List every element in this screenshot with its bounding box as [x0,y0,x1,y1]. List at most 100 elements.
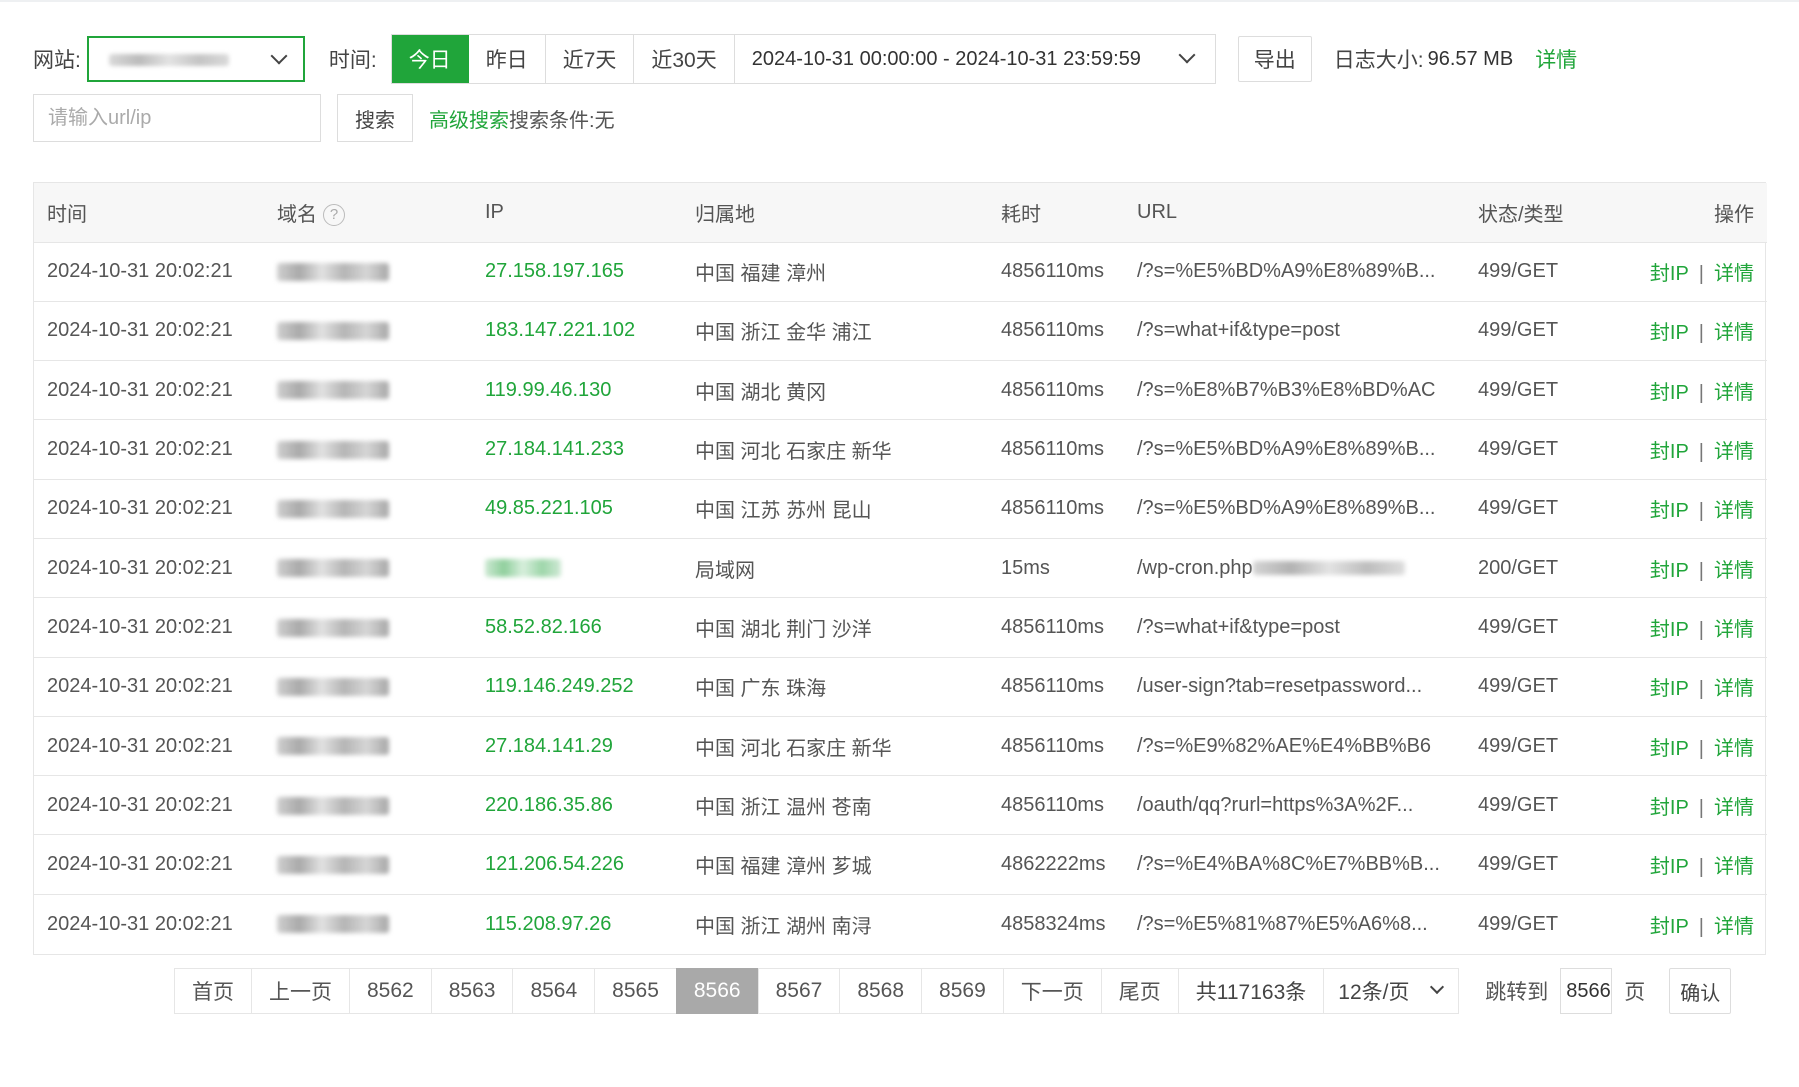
ip-cell[interactable]: 119.146.249.252 [472,657,682,717]
actions-cell: 封IP | 详情 [1625,538,1767,599]
prev-page-button[interactable]: 上一页 [251,968,350,1014]
time-yesterday-button[interactable]: 昨日 [468,35,546,83]
row-detail-link[interactable]: 详情 [1714,678,1754,700]
duration-cell: 4856110ms [988,301,1124,362]
row-detail-link[interactable]: 详情 [1714,500,1754,522]
ip-cell[interactable]: 27.158.197.165 [472,242,682,302]
block-ip-link[interactable]: 封IP [1650,797,1689,819]
domain-cell [264,657,472,717]
row-detail-link[interactable]: 详情 [1714,322,1754,344]
ip-cell [472,538,682,599]
date-range-value: 2024-10-31 00:00:00 - 2024-10-31 23:59:5… [751,47,1141,70]
date-range-picker[interactable]: 2024-10-31 00:00:00 - 2024-10-31 23:59:5… [735,35,1215,83]
confirm-jump-button[interactable]: 确认 [1669,968,1732,1014]
block-ip-link[interactable]: 封IP [1650,500,1689,522]
page-button[interactable]: 8569 [921,968,1004,1014]
export-button[interactable]: 导出 [1237,36,1312,82]
block-ip-link[interactable]: 封IP [1650,678,1689,700]
page-button[interactable]: 8565 [594,968,677,1014]
page-button[interactable]: 8563 [430,968,514,1014]
domain-cell [264,775,472,836]
actions-cell: 封IP | 详情 [1625,597,1767,658]
time-7days-button[interactable]: 近7天 [545,35,635,83]
url-text: /?s=%E5%BD%A9%E8%89%B... [1137,260,1436,283]
jump-page-input[interactable] [1560,968,1613,1014]
url-text: /?s=%E5%BD%A9%E8%89%B... [1137,497,1436,520]
row-detail-link[interactable]: 详情 [1714,797,1754,819]
time-30days-button[interactable]: 近30天 [634,35,735,83]
domain-cell [264,242,472,302]
column-header-duration: 耗时 [988,183,1124,243]
site-select[interactable] [86,36,305,82]
row-detail-link[interactable]: 详情 [1714,263,1754,285]
log-size-value: 96.57 MB [1427,47,1514,70]
block-ip-link[interactable]: 封IP [1650,738,1689,760]
row-detail-link[interactable]: 详情 [1714,738,1754,760]
actions-cell: 封IP | 详情 [1625,834,1767,895]
url-cell: /?s=what+if&type=post [1124,301,1465,362]
url-cell: /oauth/qq?rurl=https%3A%2F... [1124,775,1465,836]
duration-cell: 4856110ms [988,419,1124,480]
row-detail-link[interactable]: 详情 [1714,619,1754,641]
status-cell: 499/GET [1465,597,1625,658]
ip-cell[interactable]: 49.85.221.105 [472,479,682,539]
url-cell: /?s=%E9%82%AE%E4%BB%B6 [1124,716,1465,777]
row-detail-link[interactable]: 详情 [1714,916,1754,938]
table-row: 2024-10-31 20:02:21 27.184.141.233 中国 河北 石… [34,419,1767,480]
block-ip-link[interactable]: 封IP [1650,916,1689,938]
log-detail-link[interactable]: 详情 [1535,44,1577,74]
ip-cell[interactable]: 27.184.141.29 [472,716,682,777]
page-button[interactable]: 8568 [839,968,923,1014]
block-ip-link[interactable]: 封IP [1650,441,1689,463]
domain-redacted [277,796,389,815]
ip-cell[interactable]: 115.208.97.26 [472,894,682,953]
chevron-down-icon [270,47,288,65]
status-cell: 200/GET [1465,538,1625,599]
row-detail-link[interactable]: 详情 [1714,441,1754,463]
time-today-button[interactable]: 今日 [391,35,469,83]
ip-cell[interactable]: 183.147.221.102 [472,301,682,362]
domain-cell [264,716,472,777]
current-page-button[interactable]: 8566 [675,968,759,1014]
first-page-button[interactable]: 首页 [174,968,252,1014]
domain-cell [264,834,472,895]
page-button[interactable]: 8562 [349,968,432,1014]
row-detail-link[interactable]: 详情 [1714,560,1754,582]
domain-cell [264,301,472,362]
block-ip-link[interactable]: 封IP [1650,856,1689,878]
domain-redacted [277,677,389,696]
help-icon[interactable]: ? [323,204,345,227]
domain-redacted [277,322,389,341]
page-button[interactable]: 8567 [757,968,841,1014]
page-unit-label: 页 [1624,981,1646,1004]
per-page-select[interactable]: 12条/页 [1323,968,1460,1014]
time-label: 时间: [328,49,377,72]
block-ip-link[interactable]: 封IP [1650,382,1689,404]
block-ip-link[interactable]: 封IP [1650,619,1689,641]
search-condition-label: 搜索条件: [509,109,595,132]
search-input[interactable] [33,94,321,142]
last-page-button[interactable]: 尾页 [1100,968,1179,1014]
ip-cell[interactable]: 121.206.54.226 [472,834,682,895]
ip-cell[interactable]: 58.52.82.166 [472,597,682,658]
column-header-location: 归属地 [682,183,988,243]
block-ip-link[interactable]: 封IP [1650,263,1689,285]
time-cell: 2024-10-31 20:02:21 [47,912,233,935]
duration-cell: 4856110ms [988,657,1124,717]
block-ip-link[interactable]: 封IP [1650,322,1689,344]
next-page-button[interactable]: 下一页 [1002,968,1102,1014]
url-text: /oauth/qq?rurl=https%3A%2F... [1137,793,1414,816]
ip-cell[interactable]: 119.99.46.130 [472,360,682,421]
ip-cell[interactable]: 220.186.35.86 [472,775,682,836]
page-button[interactable]: 8564 [512,968,596,1014]
domain-redacted [277,915,389,934]
advanced-search-link[interactable]: 高级搜索 [429,104,509,133]
row-detail-link[interactable]: 详情 [1714,382,1754,404]
status-cell: 499/GET [1465,775,1625,836]
row-detail-link[interactable]: 详情 [1714,856,1754,878]
actions-cell: 封IP | 详情 [1625,242,1767,302]
block-ip-link[interactable]: 封IP [1650,560,1689,582]
search-condition-value: 无 [594,109,615,132]
search-button[interactable]: 搜索 [337,94,413,142]
ip-cell[interactable]: 27.184.141.233 [472,419,682,480]
